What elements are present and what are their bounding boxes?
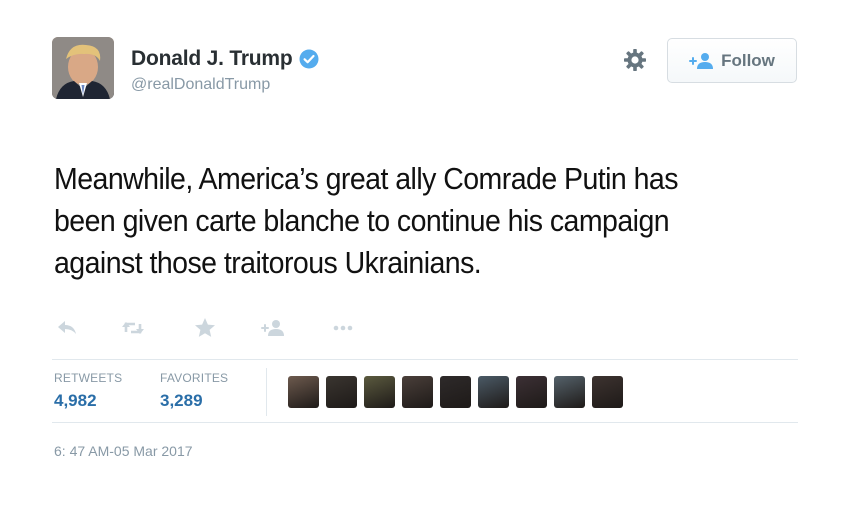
divider	[52, 359, 798, 360]
favoriter-avatar[interactable]	[592, 376, 623, 408]
favoriter-avatar[interactable]	[554, 376, 585, 408]
favoriters-list	[288, 376, 623, 408]
favoriter-avatar[interactable]	[516, 376, 547, 408]
favorites-count[interactable]: 3,289	[160, 391, 228, 411]
add-person-icon[interactable]	[260, 315, 286, 341]
favoriter-avatar[interactable]	[402, 376, 433, 408]
follow-button[interactable]: Follow	[667, 38, 797, 83]
user-name-row[interactable]: Donald J. Trump	[131, 44, 319, 74]
favoriter-avatar[interactable]	[364, 376, 395, 408]
favoriter-avatar[interactable]	[478, 376, 509, 408]
avatar[interactable]	[52, 37, 114, 99]
favorites-stat[interactable]: FAVORITES 3,289	[160, 371, 228, 411]
retweets-stat[interactable]: RETWEETS 4,982	[54, 371, 122, 411]
favoriter-avatar[interactable]	[440, 376, 471, 408]
verified-badge-icon	[299, 49, 319, 69]
favoriter-avatar[interactable]	[288, 376, 319, 408]
retweet-icon[interactable]	[120, 315, 146, 341]
favorites-label: FAVORITES	[160, 371, 229, 385]
stats-separator	[266, 368, 267, 416]
divider	[52, 422, 798, 423]
tweet-line: against those traitorous Ukrainians.	[54, 245, 482, 280]
retweets-label: RETWEETS	[54, 371, 123, 385]
favoriter-avatar[interactable]	[326, 376, 357, 408]
gear-icon[interactable]	[622, 47, 648, 73]
user-handle[interactable]: @realDonaldTrump	[131, 76, 270, 94]
tweet-text: Meanwhile, America’s great ally Comrade …	[54, 158, 735, 284]
tweet-line: Meanwhile, America’s great ally Comrade …	[54, 161, 678, 196]
display-name[interactable]: Donald J. Trump	[131, 47, 293, 71]
add-person-icon	[689, 52, 714, 69]
retweets-count[interactable]: 4,982	[54, 391, 122, 411]
more-dots-icon[interactable]	[330, 315, 356, 341]
follow-label: Follow	[721, 50, 775, 70]
tweet-line: been given carte blanche to continue his…	[54, 203, 670, 238]
star-icon[interactable]	[192, 315, 218, 341]
timestamp[interactable]: 6: 47 AM-05 Mar 2017	[54, 443, 193, 459]
reply-icon[interactable]	[54, 315, 80, 341]
